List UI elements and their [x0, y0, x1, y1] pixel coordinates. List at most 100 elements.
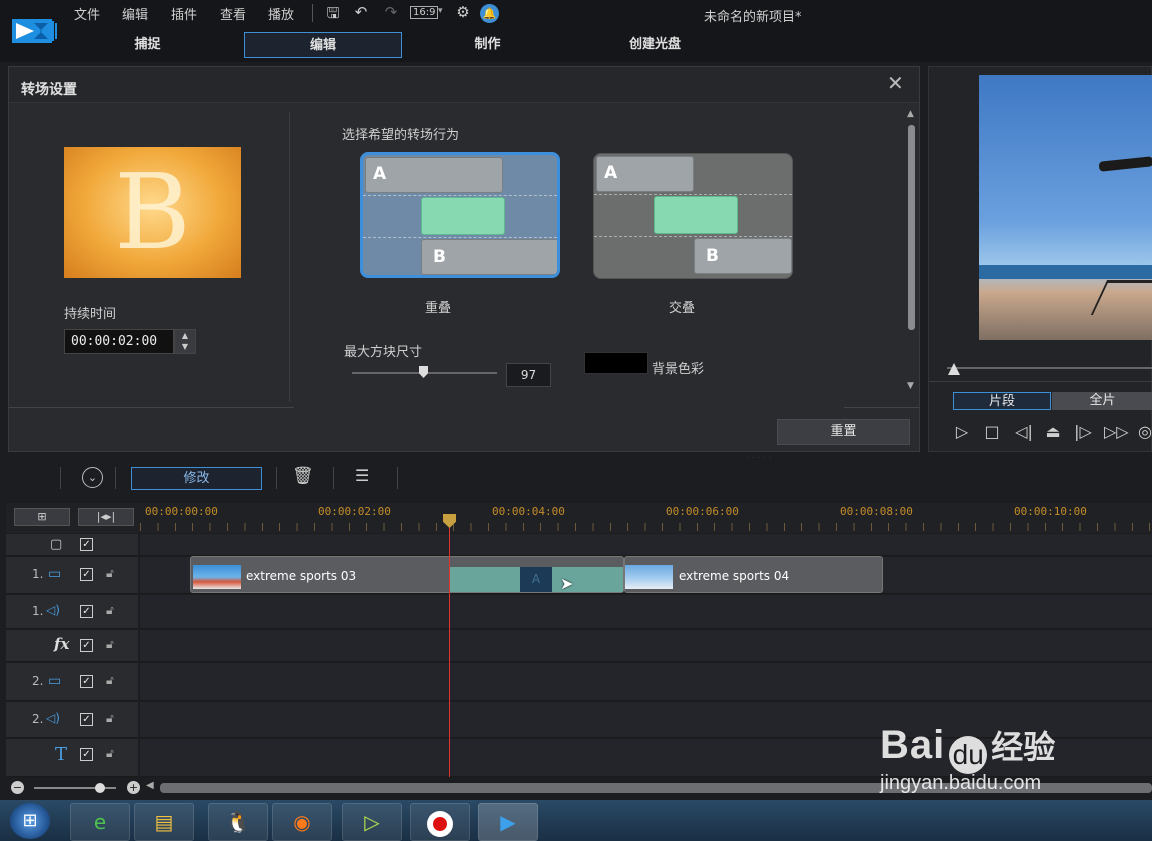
segment-clip[interactable]: 片段 — [953, 392, 1051, 410]
lock-icon[interactable]: 🔓︎ — [106, 566, 114, 581]
stop-icon[interactable]: □ — [981, 421, 1003, 443]
preview-scrubber[interactable] — [947, 367, 1152, 369]
zoom-out-icon[interactable]: − — [11, 781, 24, 794]
record-icon[interactable] — [410, 803, 470, 841]
tab-capture[interactable]: 捕捉 — [90, 32, 205, 58]
mark-icon[interactable]: ⏏ — [1042, 421, 1064, 443]
track-enable-checkbox[interactable]: ✓ — [80, 675, 93, 688]
ie-icon[interactable]: e — [70, 803, 130, 841]
app-green-icon[interactable]: ▷ — [342, 803, 402, 841]
expand-icon[interactable]: ⌄ — [82, 467, 103, 488]
ruler-tick-label: 00:00:00:00 — [145, 505, 218, 518]
scrubber-knob[interactable] — [948, 363, 960, 375]
lock-icon[interactable]: 🔓︎ — [106, 603, 114, 618]
close-icon[interactable]: ✕ — [887, 71, 904, 95]
clip-name: extreme sports 03 — [246, 569, 357, 583]
clip-thumbnail — [625, 565, 673, 589]
powerdirector-icon[interactable]: ▶ — [478, 803, 538, 841]
aspect-ratio-icon[interactable]: 16:9 — [410, 6, 439, 19]
tab-create-disc[interactable]: 创建光盘 — [595, 32, 715, 58]
next-frame-icon[interactable]: |▷ — [1072, 421, 1094, 443]
stepper-down-icon[interactable]: ▼ — [175, 341, 195, 352]
track-enable-checkbox[interactable]: ✓ — [80, 748, 93, 761]
fast-forward-icon[interactable]: ▷▷ — [1104, 421, 1129, 443]
clip-list-icon[interactable]: ☰ — [355, 466, 369, 485]
clip-thumbnail — [193, 565, 241, 589]
qq-icon[interactable]: 🐧 — [208, 803, 268, 841]
firefox-icon[interactable]: ◉ — [272, 803, 332, 841]
settings-icon[interactable]: ⚙ — [452, 3, 474, 23]
prev-frame-icon[interactable]: ◁| — [1013, 421, 1035, 443]
duration-label: 持续时间 — [64, 307, 117, 322]
track-enable-checkbox[interactable]: ✓ — [80, 639, 93, 652]
toolbar-divider — [397, 467, 398, 489]
track-lane[interactable] — [140, 630, 1152, 662]
reset-button[interactable]: 重置 — [777, 419, 910, 445]
track-lane[interactable] — [140, 663, 1152, 701]
transition-marker-icon[interactable]: A — [520, 567, 552, 592]
start-button[interactable]: ⊞ — [10, 803, 50, 839]
zoom-in-icon[interactable]: + — [127, 781, 140, 794]
redo-icon[interactable]: ↷ — [380, 3, 402, 23]
stepper-up-icon[interactable]: ▲ — [175, 330, 195, 341]
lock-icon[interactable]: 🔓︎ — [106, 637, 114, 652]
option-cross-label[interactable]: 交叠 — [669, 297, 695, 316]
option-overlap[interactable]: A B — [360, 152, 560, 278]
track-enable-checkbox[interactable]: ✓ — [80, 713, 93, 726]
lock-icon[interactable]: 🔓︎ — [106, 711, 114, 726]
dialog-header — [9, 67, 919, 103]
lock-icon[interactable]: 🔓︎ — [106, 673, 114, 688]
track-lane[interactable] — [140, 595, 1152, 629]
snapshot-icon[interactable]: ◎ — [1134, 421, 1152, 443]
track-enable-checkbox[interactable]: ✓ — [80, 605, 93, 618]
guide-line — [363, 237, 557, 238]
track-header: 1. ◁) ✓ 🔓︎ — [6, 595, 138, 629]
ruler-ticks — [140, 523, 1152, 531]
trash-icon[interactable]: 🗑 — [292, 466, 314, 486]
tab-edit[interactable]: 编辑 — [244, 32, 402, 58]
duration-input[interactable]: 00:00:02:00 — [64, 329, 174, 354]
track-lane[interactable] — [140, 534, 1152, 556]
modify-button[interactable]: 修改 — [131, 467, 262, 490]
video-clip[interactable]: extreme sports 03 A — [190, 556, 624, 593]
watermark-brand2: 经验 — [991, 729, 1056, 765]
scroll-up-icon[interactable]: ▲ — [907, 109, 914, 119]
zoom-knob[interactable] — [95, 783, 105, 793]
playhead-line[interactable] — [449, 515, 450, 777]
menu-file[interactable]: 文件 — [74, 4, 100, 23]
dialog-scrollbar[interactable]: ▲ ▼ — [907, 109, 917, 391]
explorer-icon[interactable]: ▤ — [134, 803, 194, 841]
play-icon[interactable]: ▷ — [951, 421, 973, 443]
menu-play[interactable]: 播放 — [268, 4, 294, 23]
scrollbar-thumb[interactable] — [908, 125, 915, 330]
menu-plugins[interactable]: 插件 — [171, 4, 197, 23]
notification-icon[interactable]: 🔔 — [480, 4, 499, 23]
option-overlap-label[interactable]: 重叠 — [425, 297, 451, 316]
guide-line — [363, 195, 557, 196]
video-clip[interactable]: extreme sports 04 — [624, 556, 883, 593]
transition-settings-dialog: 转场设置 ✕ B 持续时间 00:00:02:00 ▲ ▼ 选择希望的转场行为 … — [8, 66, 920, 452]
lock-icon[interactable]: 🔓︎ — [106, 746, 114, 761]
menu-edit[interactable]: 编辑 — [122, 4, 148, 23]
menu-view[interactable]: 查看 — [220, 4, 246, 23]
track-enable-checkbox[interactable]: ✓ — [80, 538, 93, 551]
duration-stepper[interactable]: ▲ ▼ — [174, 329, 196, 354]
track-enable-checkbox[interactable]: ✓ — [80, 568, 93, 581]
option-cross[interactable]: A B — [593, 153, 793, 279]
save-icon[interactable]: 🖫 — [322, 3, 344, 23]
scroll-down-icon[interactable]: ▼ — [907, 381, 914, 391]
max-block-label: 最大方块尺寸 — [344, 345, 423, 360]
scroll-left-icon[interactable]: ◀ — [146, 780, 154, 791]
undo-icon[interactable]: ↶ — [350, 3, 372, 23]
tab-produce[interactable]: 制作 — [430, 32, 545, 58]
video-track-icon: ▭ — [48, 673, 62, 689]
segment-movie[interactable]: 全片 — [1052, 392, 1152, 410]
baidu-watermark: Bai du 经验 jingyan.baidu.com — [880, 722, 1055, 795]
max-block-value[interactable]: 97 — [506, 363, 551, 387]
bg-color-swatch[interactable] — [584, 352, 648, 374]
fit-timeline-icon[interactable]: |◂▸| — [78, 508, 134, 526]
overlap-block — [654, 196, 738, 234]
slider-knob[interactable] — [419, 366, 428, 378]
track-manager-icon[interactable]: ⊞ — [14, 508, 70, 526]
chevron-down-icon[interactable]: ▾ — [438, 6, 443, 16]
